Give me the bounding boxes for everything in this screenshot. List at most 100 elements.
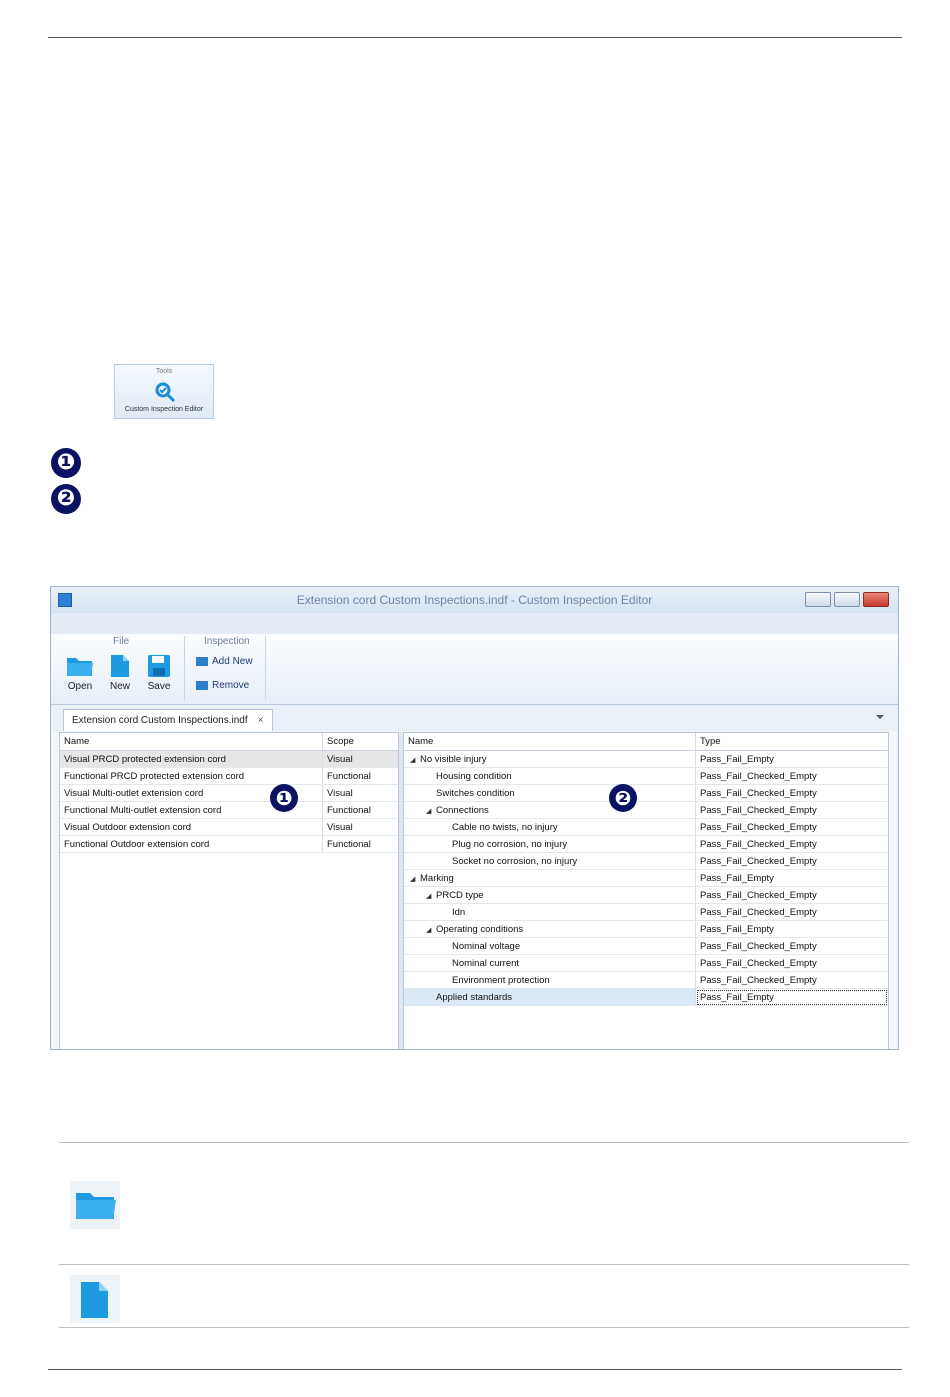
item-name-label: No visible injury [420,753,487,765]
new-button[interactable]: New [105,654,135,692]
chevron-down-icon[interactable] [876,715,884,719]
item-type-cell[interactable]: Pass_Fail_Checked_Empty [695,886,888,904]
tree-row[interactable]: Environment protection Pass_Fail_Checked_… [404,971,888,989]
table-rule [59,1327,909,1328]
minimize-button[interactable] [805,592,831,607]
inspection-editor-icon [155,382,176,403]
item-name-label: Operating conditions [436,923,524,935]
item-type-cell[interactable]: Pass_Fail_Checked_Empty [695,971,888,989]
item-type-cell[interactable]: Pass_Fail_Checked_Empty [695,852,888,870]
item-name-label: Cable no twists, no injury [452,821,558,833]
inspection-detail-pane: Name Type ◢ No visible injury Pass_Fail_Em… [403,732,889,1049]
expand-toggle-icon[interactable]: ◢ [426,892,436,900]
expand-toggle-icon[interactable]: ◢ [426,807,436,815]
item-type-cell[interactable]: Pass_Fail_Empty [695,869,888,887]
table-row[interactable]: Functional Outdoor extension cord Functio… [60,835,398,853]
open-button[interactable]: Open [63,654,97,692]
inspection-name-cell: Visual Outdoor extension cord [60,818,323,836]
tree-row[interactable]: Switches condition Pass_Fail_Checked_Empt… [404,784,888,802]
item-type-cell[interactable]: Pass_Fail_Checked_Empty [695,835,888,853]
item-type-cell[interactable]: Pass_Fail_Checked_Empty [695,818,888,836]
remove-label: Remove [212,680,250,691]
column-header-name[interactable]: Name [60,733,323,751]
inspection-scope-cell: Visual [322,818,398,836]
table-row[interactable]: Visual PRCD protected extension cord Visu… [60,750,398,768]
tree-row[interactable]: Nominal voltage Pass_Fail_Checked_Empty [404,937,888,955]
item-type-cell[interactable]: Pass_Fail_Empty [695,920,888,938]
table-rule [59,1264,909,1265]
column-header-name[interactable]: Name [404,733,696,751]
table-row[interactable]: Functional Multi-outlet extension cord Fu… [60,801,398,819]
new-file-icon [81,1282,108,1318]
item-name-cell: ◢ Connections [404,801,696,819]
item-name-label: Applied standards [436,991,513,1003]
item-name-cell: Nominal voltage [404,937,696,955]
open-label: Open [67,681,93,692]
item-type-cell[interactable]: Pass_Fail_Checked_Empty [695,801,888,819]
item-type-cell[interactable]: Pass_Fail_Checked_Empty [695,954,888,972]
document-tab-label: Extension cord Custom Inspections.indf [72,715,248,726]
tree-row[interactable]: Nominal current Pass_Fail_Checked_Empty [404,954,888,972]
floppy-disk-icon [148,655,170,677]
maximize-button[interactable] [834,592,860,607]
open-folder-icon-large [70,1181,120,1229]
inspection-name-cell: Functional Outdoor extension cord [60,835,323,853]
inspection-list-pane: Name Scope Visual PRCD protected extensi… [59,732,399,1049]
tree-row[interactable]: Socket no corrosion, no injury Pass_Fail_… [404,852,888,870]
item-name-cell: Cable no twists, no injury [404,818,696,836]
tree-row[interactable]: Idn Pass_Fail_Checked_Empty [404,903,888,921]
marker-1: ❶ [51,448,81,478]
folder-icon [76,1193,116,1219]
custom-inspection-editor-button[interactable]: Tools Custom Inspection Editor [114,364,214,419]
tree-row[interactable]: Cable no twists, no injury Pass_Fail_Chec… [404,818,888,836]
ribbon-separator [184,636,185,700]
item-name-label: Idn [452,906,466,918]
document-tab[interactable]: Extension cord Custom Inspections.indf × [63,709,273,731]
remove-icon [196,680,208,690]
item-name-label: Connections [436,804,489,816]
item-type-cell[interactable]: Pass_Fail_Checked_Empty [695,937,888,955]
new-file-icon [111,655,129,677]
save-button[interactable]: Save [144,654,174,692]
tree-row[interactable]: Housing condition Pass_Fail_Checked_Empty [404,767,888,785]
item-name-cell: Switches condition [404,784,696,802]
add-new-button[interactable]: Add New [196,656,253,667]
remove-button[interactable]: Remove [196,680,249,691]
tree-row[interactable]: Applied standards Pass_Fail_Empty [404,988,888,1006]
tree-row[interactable]: ◢ Connections Pass_Fail_Checked_Empty [404,801,888,819]
tree-row[interactable]: ◢ PRCD type Pass_Fail_Checked_Empty [404,886,888,904]
close-tab-icon[interactable]: × [258,715,264,726]
item-type-cell[interactable]: Pass_Fail_Checked_Empty [695,903,888,921]
item-type-cell[interactable]: Pass_Fail_Checked_Empty [695,784,888,802]
marker-1-overlay: ❶ [270,784,298,812]
item-name-label: Plug no corrosion, no injury [452,838,568,850]
document-tab-strip: Extension cord Custom Inspections.indf × [51,705,898,731]
tree-row[interactable]: ◢ No visible injury Pass_Fail_Empty [404,750,888,768]
ribbon: File Inspection Open New Save Add New Re… [51,634,898,705]
inspection-scope-cell: Visual [322,784,398,802]
tree-row[interactable]: ◢ Marking Pass_Fail_Empty [404,869,888,887]
tree-row[interactable]: ◢ Operating conditions Pass_Fail_Empty [404,920,888,938]
new-file-icon-large [70,1275,120,1323]
title-bar: Extension cord Custom Inspections.indf -… [51,587,898,613]
column-header-type[interactable]: Type [695,733,888,751]
inspection-scope-cell: Functional [322,801,398,819]
table-row[interactable]: Functional PRCD protected extension cord… [60,767,398,785]
expand-toggle-icon[interactable]: ◢ [410,756,420,764]
expand-toggle-icon[interactable]: ◢ [426,926,436,934]
item-type-cell[interactable]: Pass_Fail_Checked_Empty [695,767,888,785]
item-name-label: Socket no corrosion, no injury [452,855,578,867]
tree-row[interactable]: Plug no corrosion, no injury Pass_Fail_Ch… [404,835,888,853]
column-header-scope[interactable]: Scope [322,733,398,751]
item-name-label: Nominal current [452,957,520,969]
item-type-cell[interactable]: Pass_Fail_Empty [695,988,888,1006]
expand-toggle-icon[interactable]: ◢ [410,875,420,883]
table-row[interactable]: Visual Multi-outlet extension cord Visual [60,784,398,802]
menu-bar [51,613,898,635]
item-type-cell[interactable]: Pass_Fail_Empty [695,750,888,768]
item-name-cell: Idn [404,903,696,921]
item-name-cell: Socket no corrosion, no injury [404,852,696,870]
table-row[interactable]: Visual Outdoor extension cord Visual [60,818,398,836]
inspection-items-table: Name Type ◢ No visible injury Pass_Fail_Em… [404,733,888,1006]
close-button[interactable] [863,592,889,607]
